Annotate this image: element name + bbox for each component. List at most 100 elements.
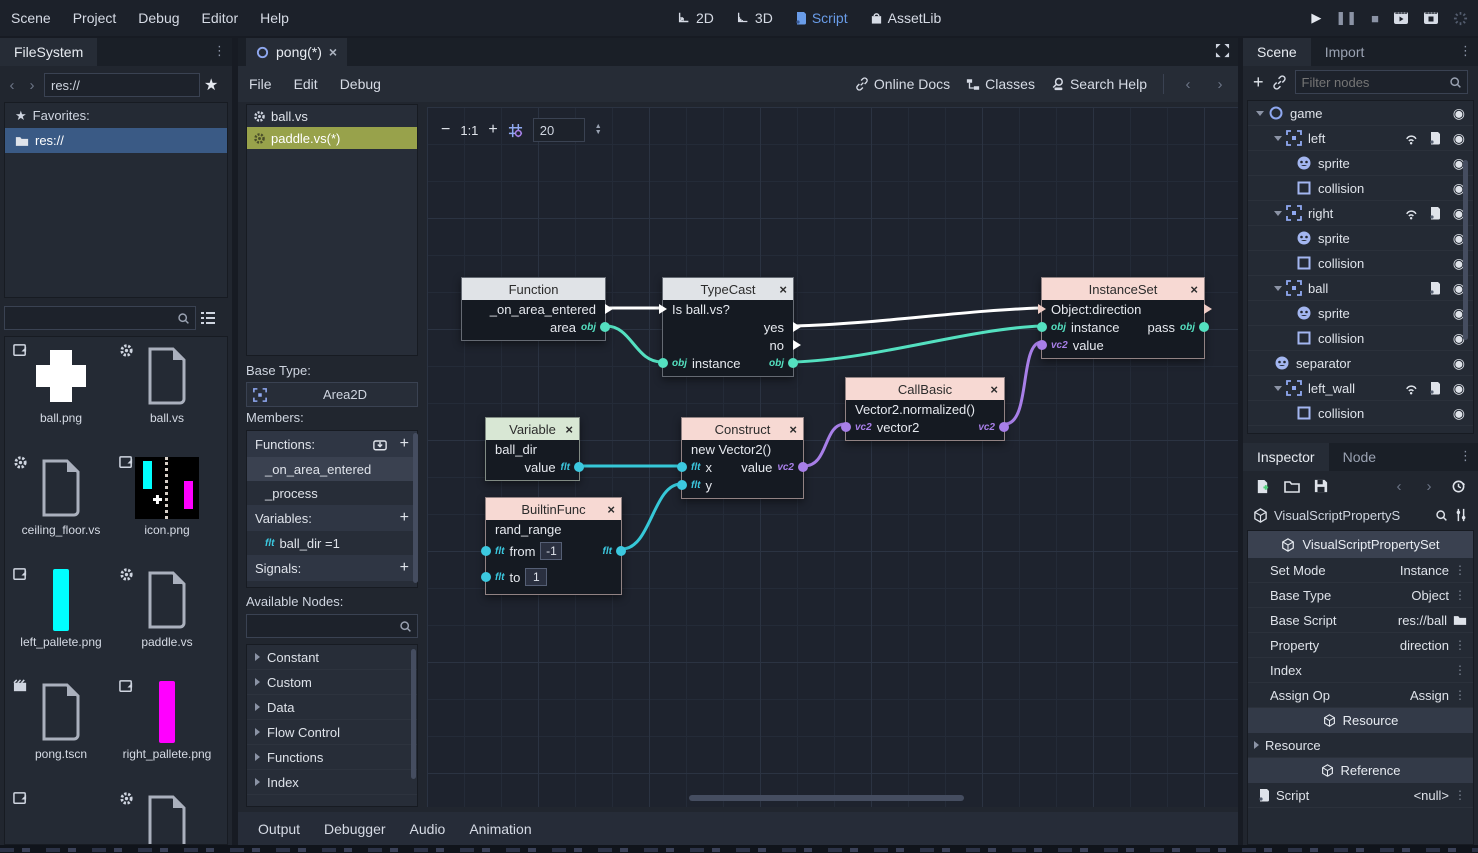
file-icon-png[interactable]: icon.png [117, 455, 217, 569]
vec2-in-port[interactable] [1037, 340, 1047, 350]
close-icon[interactable]: × [990, 382, 998, 397]
prop-menu-icon[interactable]: ⋮ [1454, 663, 1466, 677]
obj-out-port[interactable] [600, 322, 610, 332]
prop-value[interactable]: direction [1400, 638, 1449, 653]
collapse-icon[interactable] [1274, 286, 1282, 291]
tree-row-collision[interactable]: collision ◉ [1248, 326, 1473, 351]
folder-icon[interactable] [1453, 614, 1467, 626]
file-list-mode-icon[interactable] [200, 311, 216, 325]
prop-value[interactable]: <null> [1414, 788, 1449, 803]
search-icon[interactable] [1435, 509, 1448, 522]
prop-base-script[interactable]: Base Script res://ball [1248, 608, 1473, 633]
tree-row-sprite[interactable]: sprite ◉ [1248, 151, 1473, 176]
flt-out-port[interactable] [574, 462, 584, 472]
flt-in-port[interactable] [481, 572, 491, 582]
resource-fold-row[interactable]: Resource [1248, 733, 1473, 758]
tab-scene[interactable]: Scene [1243, 38, 1311, 66]
available-nodes-scrollbar[interactable] [411, 649, 416, 779]
mode-assetlib-button[interactable]: AssetLib [861, 0, 951, 36]
node-header[interactable]: Variable× [486, 418, 579, 440]
path-input[interactable] [44, 73, 200, 97]
obj-in-port[interactable] [1037, 322, 1047, 332]
filter-nodes-input[interactable] [1295, 70, 1468, 94]
category-functions[interactable]: Functions [247, 745, 417, 770]
close-icon[interactable]: × [789, 422, 797, 437]
category-resource[interactable]: Resource [1248, 708, 1473, 733]
save-resource-icon[interactable] [1314, 479, 1328, 493]
obj-out-port[interactable] [1199, 322, 1209, 332]
tree-row-ball[interactable]: ball ◉ [1248, 276, 1473, 301]
dock-options-icon[interactable]: ⋮ [213, 43, 226, 59]
category-flow-control[interactable]: Flow Control [247, 720, 417, 745]
script-icon[interactable] [1429, 381, 1441, 395]
add-variable-icon[interactable]: + [400, 509, 409, 527]
file-ball-png[interactable]: ball.png [11, 343, 111, 457]
dock-options-icon[interactable]: ⋮ [1459, 43, 1472, 59]
category-data[interactable]: Data [247, 695, 417, 720]
load-resource-icon[interactable] [1284, 480, 1300, 493]
visual-script-graph[interactable]: − 1:1 + 20 ▲▼ Function _on_area_entered … [427, 107, 1238, 807]
file-ball-vs[interactable]: ball.vs [117, 343, 217, 457]
file-pong-tscn[interactable]: pong.tscn [11, 679, 111, 793]
tab-node[interactable]: Node [1329, 443, 1390, 471]
exec-out-port[interactable] [605, 304, 613, 314]
signal-icon[interactable] [1405, 206, 1419, 220]
filesystem-search-input[interactable] [4, 306, 196, 330]
prop-base-type[interactable]: Base Type Object ⋮ [1248, 583, 1473, 608]
vec2-out-port[interactable] [798, 462, 808, 472]
node-instanceset[interactable]: InstanceSet× Object:direction obj instan… [1041, 277, 1205, 359]
function-item[interactable]: _on_area_entered [247, 457, 417, 481]
menu-debug[interactable]: Debug [127, 10, 190, 26]
script-icon[interactable] [1429, 131, 1441, 145]
script-icon[interactable] [1429, 281, 1441, 295]
tree-row-collision[interactable]: collision ◉ [1248, 176, 1473, 201]
collapse-icon[interactable] [1256, 111, 1264, 116]
history-forward-icon[interactable]: › [1421, 478, 1437, 495]
menu-project[interactable]: Project [62, 10, 128, 26]
res-root-row[interactable]: res:// [5, 128, 227, 153]
collapse-icon[interactable] [1274, 386, 1282, 391]
exec-out-port[interactable] [1204, 304, 1212, 314]
node-header[interactable]: Function [462, 278, 605, 300]
vec2-out-port[interactable] [999, 422, 1009, 432]
new-resource-icon[interactable] [1255, 479, 1270, 494]
dock-options-icon[interactable]: ⋮ [1459, 448, 1472, 464]
tree-row-separator[interactable]: separator ◉ [1248, 351, 1473, 376]
favorites-row[interactable]: ★ Favorites: [5, 103, 227, 128]
function-item[interactable]: _process [247, 481, 417, 505]
section-visualscriptpropertyset[interactable]: VisualScriptPropertySet [1248, 531, 1473, 558]
members-scrollbar[interactable] [413, 433, 418, 583]
tree-row-collision[interactable]: collision ◉ [1248, 251, 1473, 276]
add-function-icon[interactable]: + [400, 435, 409, 453]
file-left-pallete-png[interactable]: left_pallete.png [11, 567, 111, 681]
close-icon[interactable]: × [565, 422, 573, 437]
node-variable[interactable]: Variable× ball_dir value flt [485, 417, 580, 481]
tree-row-sprite[interactable]: sprite ◉ [1248, 301, 1473, 326]
script-icon[interactable] [1429, 206, 1441, 220]
spin-arrows-icon[interactable]: ▲▼ [595, 124, 602, 136]
category-index[interactable]: Index [247, 770, 417, 795]
file-partial[interactable] [117, 791, 217, 845]
snap-step-spinbox[interactable]: 20 [533, 118, 585, 142]
visibility-eye-icon[interactable]: ◉ [1453, 130, 1465, 147]
obj-out-port[interactable] [788, 358, 798, 368]
script-item-paddle[interactable]: paddle.vs(*) [247, 127, 417, 149]
tree-row-collision[interactable]: collision ◉ [1248, 401, 1473, 426]
node-header[interactable]: InstanceSet× [1042, 278, 1204, 300]
prop-menu-icon[interactable]: ⋮ [1454, 638, 1466, 652]
file-ceiling-floor-vs[interactable]: ceiling_floor.vs [11, 455, 111, 569]
menu-editor[interactable]: Editor [191, 10, 250, 26]
prop-value[interactable]: Assign [1410, 688, 1449, 703]
prop-menu-icon[interactable]: ⋮ [1454, 563, 1466, 577]
from-value-field[interactable]: -1 [540, 542, 562, 560]
classes-button[interactable]: Classes [966, 76, 1035, 92]
prop-value[interactable]: res://ball [1398, 613, 1447, 628]
nav-back-icon[interactable]: ‹ [4, 77, 20, 94]
prop-value[interactable]: Object [1411, 588, 1449, 603]
close-icon[interactable]: × [329, 44, 337, 60]
flt-in-port[interactable] [677, 480, 687, 490]
obj-in-port[interactable] [658, 358, 668, 368]
signal-icon[interactable] [1405, 381, 1419, 395]
prop-menu-icon[interactable]: ⋮ [1454, 588, 1466, 602]
visibility-eye-icon[interactable]: ◉ [1453, 105, 1465, 122]
